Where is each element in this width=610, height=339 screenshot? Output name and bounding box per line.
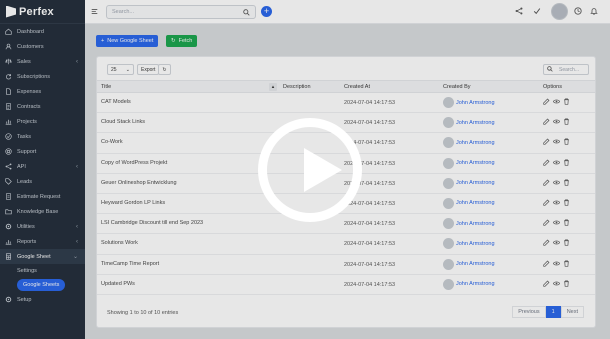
play-button[interactable] <box>258 118 362 222</box>
play-icon <box>304 148 342 192</box>
